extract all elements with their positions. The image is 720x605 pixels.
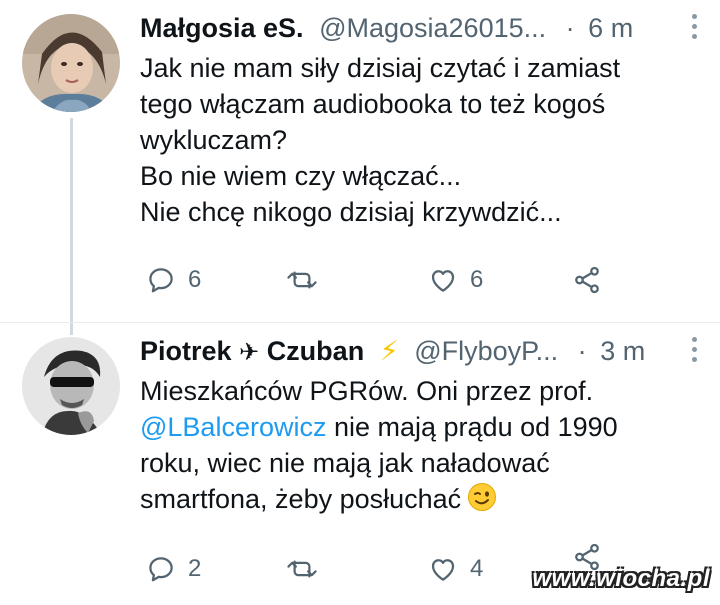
action-bar: 6 6: [140, 260, 696, 300]
tweet-line: Nie chcę nikogo dzisiaj krzywdzić...: [140, 197, 562, 227]
heart-icon: [431, 559, 455, 581]
timestamp[interactable]: 6 m: [588, 13, 633, 43]
author-handle[interactable]: @Magosia26015...: [319, 13, 546, 43]
tweet-line: Jak nie mam siły dzisiaj czytać i zamias…: [140, 53, 621, 83]
avatar-malgosia[interactable]: [22, 14, 120, 112]
tweet-line: roku, wiec nie mają jak naładować: [140, 448, 550, 478]
separator-dot: ·: [565, 13, 575, 43]
airplane-icon: ✈: [239, 339, 260, 366]
reply-button[interactable]: 2: [146, 549, 201, 589]
more-options-icon[interactable]: [690, 14, 698, 42]
tweet-header: Małgosia eS. @Magosia26015... · 6 m: [140, 8, 690, 48]
like-button[interactable]: 6: [428, 260, 483, 300]
winking-face-icon: [468, 483, 497, 511]
retweet-button[interactable]: [286, 549, 330, 589]
heart-icon: [431, 270, 455, 292]
separator-dot: ·: [577, 336, 587, 366]
thread-line: [70, 323, 73, 335]
tweet-line: Bo nie wiem czy włączać...: [140, 161, 462, 191]
tweet-text: Jak nie mam siły dzisiaj czytać i zamias…: [140, 50, 696, 230]
retweet-icon: [287, 271, 317, 289]
avatar-piotrek[interactable]: [22, 337, 120, 435]
tweet-line: Mieszkańców PGRów. Oni przez prof.: [140, 376, 594, 406]
author-name[interactable]: Piotrek ✈ Czuban: [140, 336, 364, 366]
like-button[interactable]: 4: [428, 549, 483, 589]
tweet-line-text: smartfona, żeby posłuchać: [140, 484, 462, 514]
tweet-line: wykluczam?: [140, 125, 288, 155]
retweet-icon: [287, 560, 317, 578]
avatar-image: [22, 337, 120, 435]
tweet-line: smartfona, żeby posłuchać: [140, 481, 696, 517]
tweet-line-rest: nie mają prądu od 1990: [326, 412, 618, 442]
thread-line: [70, 118, 73, 322]
tweet-line: @LBalcerowicz nie mają prądu od 1990: [140, 409, 696, 445]
timestamp[interactable]: 3 m: [600, 336, 645, 366]
like-count: 6: [470, 266, 484, 293]
share-icon: [575, 266, 599, 294]
tweet-2[interactable]: Piotrek ✈ Czuban ⚡ @FlyboyP... · 3 m Mie…: [0, 322, 720, 605]
author-handle[interactable]: @FlyboyP...: [414, 336, 558, 366]
author-first-name: Piotrek: [140, 336, 232, 366]
reply-icon: [149, 268, 173, 293]
reply-icon: [149, 557, 173, 582]
reply-count: 2: [188, 555, 202, 582]
like-count: 4: [470, 555, 484, 582]
reply-button[interactable]: 6: [146, 260, 201, 300]
tweet-text: Mieszkańców PGRów. Oni przez prof. @LBal…: [140, 373, 696, 517]
author-last-name: Czuban: [266, 336, 365, 366]
tweet-1[interactable]: Małgosia eS. @Magosia26015... · 6 m Jak …: [0, 0, 720, 322]
author-name[interactable]: Małgosia eS.: [140, 13, 304, 43]
more-options-icon[interactable]: [690, 337, 698, 365]
lightning-icon: ⚡: [379, 336, 399, 366]
avatar-image: [22, 14, 120, 112]
tweet-line: tego włączam audiobooka to też kogoś: [140, 89, 606, 119]
tweet-header: Piotrek ✈ Czuban ⚡ @FlyboyP... · 3 m: [140, 331, 690, 371]
watermark: www.wiocha.pl: [532, 565, 710, 592]
retweet-button[interactable]: [286, 260, 330, 300]
reply-count: 6: [188, 266, 202, 293]
mention-link[interactable]: @LBalcerowicz: [140, 412, 326, 442]
share-button[interactable]: [572, 260, 602, 300]
